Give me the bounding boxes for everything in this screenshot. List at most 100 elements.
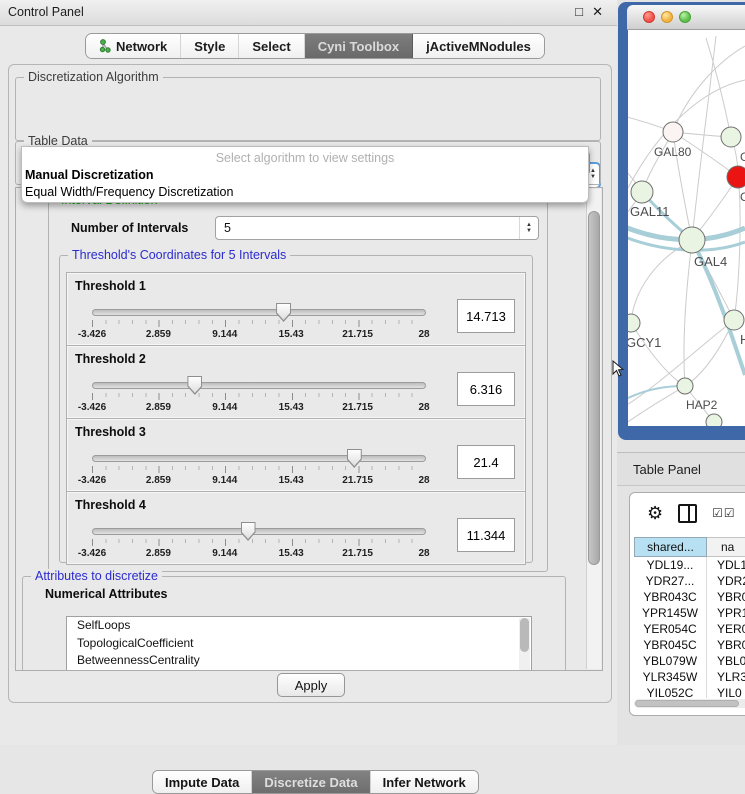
attribute-list-item[interactable]: SelfLoops: [67, 617, 531, 635]
table-horizontal-scrollbar[interactable]: [634, 699, 745, 708]
network-node[interactable]: [727, 166, 745, 188]
network-node[interactable]: [724, 310, 744, 330]
tab-infer-network[interactable]: Infer Network: [371, 771, 478, 793]
cell-shared-name[interactable]: YBL079W: [634, 653, 707, 669]
network-node[interactable]: [631, 181, 653, 203]
select-all-checkboxes-icon[interactable]: ☑☑: [712, 506, 736, 520]
algorithm-option-manual[interactable]: Manual Discretization: [25, 168, 154, 182]
network-edge[interactable]: [628, 386, 685, 402]
columns-icon[interactable]: [678, 504, 697, 523]
screen: { "icons": { "float_button": "□", "close…: [0, 0, 745, 745]
zoom-traffic-light-icon[interactable]: [679, 11, 691, 23]
settings-vertical-scrollbar[interactable]: [586, 189, 601, 669]
network-edge[interactable]: [684, 240, 692, 386]
tab-network[interactable]: Network: [86, 34, 181, 58]
table-panel: ⚙ ☑☑ shared... na YDL19...YDL1YDR27...YD…: [629, 492, 745, 716]
tick-label: 9.144: [212, 548, 237, 559]
column-header-name[interactable]: na: [707, 537, 745, 557]
cell-name[interactable]: YBL0: [707, 653, 745, 669]
float-window-icon[interactable]: □: [575, 4, 583, 19]
cell-name[interactable]: YBR0: [707, 589, 745, 605]
network-node[interactable]: [679, 227, 705, 253]
slider-track[interactable]: [92, 528, 426, 535]
slider-tick-labels: -3.4262.8599.14415.4321.71528: [92, 548, 424, 559]
tab-discretize-data[interactable]: Discretize Data: [252, 771, 370, 793]
slider-track[interactable]: [92, 309, 426, 316]
network-node[interactable]: [663, 122, 683, 142]
table-row[interactable]: YBL079WYBL0: [634, 653, 745, 669]
cell-name[interactable]: YDR2: [707, 573, 745, 589]
network-node[interactable]: [677, 378, 693, 394]
numerical-attributes-list[interactable]: SelfLoopsTopologicalCoefficientBetweenne…: [66, 616, 532, 671]
network-view-window[interactable]: GAL80GCGAL11GAL4GCY1HHAP2: [618, 2, 745, 440]
network-node[interactable]: [721, 127, 741, 147]
cell-shared-name[interactable]: YLR345W: [634, 669, 707, 685]
network-edge[interactable]: [673, 46, 745, 132]
table-row[interactable]: YLR345WYLR3: [634, 669, 745, 685]
network-canvas[interactable]: GAL80GCGAL11GAL4GCY1HHAP2: [628, 30, 745, 426]
node-label: HAP2: [686, 398, 718, 412]
scrollbar-thumb[interactable]: [635, 700, 739, 707]
algorithm-prompt-option[interactable]: Select algorithm to view settings: [22, 151, 588, 165]
slider-track[interactable]: [92, 455, 426, 462]
network-graph[interactable]: GAL80GCGAL11GAL4GCY1HHAP2: [628, 30, 745, 426]
threshold-value-field[interactable]: 6.316: [457, 372, 515, 406]
tab-impute-data[interactable]: Impute Data: [153, 771, 252, 793]
minimize-traffic-light-icon[interactable]: [661, 11, 673, 23]
network-node[interactable]: [628, 314, 640, 332]
threshold-value-field[interactable]: 21.4: [457, 445, 515, 479]
cell-shared-name[interactable]: YDR27...: [634, 573, 707, 589]
scrollbar-thumb[interactable]: [588, 211, 600, 565]
control-panel-title: Control Panel: [8, 5, 84, 19]
cell-name[interactable]: YER0: [707, 621, 745, 637]
attribute-list-item[interactable]: TopologicalCoefficient: [67, 635, 531, 653]
table-rows[interactable]: YDL19...YDL1YDR27...YDR2YBR043CYBR0YPR14…: [634, 557, 745, 698]
cell-name[interactable]: YLR3: [707, 669, 745, 685]
cell-name[interactable]: YPR1: [707, 605, 745, 621]
table-row[interactable]: YIL052CYIL0: [634, 685, 745, 698]
cell-name[interactable]: YIL0: [707, 685, 745, 698]
apply-button[interactable]: Apply: [277, 673, 345, 697]
column-header-shared[interactable]: shared...: [634, 537, 707, 557]
network-window-titlebar[interactable]: [627, 5, 745, 30]
cell-shared-name[interactable]: YBR045C: [634, 637, 707, 653]
network-icon: [99, 39, 111, 53]
table-panel-toolbar: ⚙ ☑☑: [630, 493, 745, 533]
cell-shared-name[interactable]: YIL052C: [634, 685, 707, 698]
network-edge[interactable]: [685, 320, 734, 386]
tab-cyni-toolbox[interactable]: Cyni Toolbox: [305, 34, 413, 58]
network-edge[interactable]: [628, 320, 734, 408]
network-node[interactable]: [706, 414, 722, 426]
attribute-list-item[interactable]: BetweennessCentrality: [67, 652, 531, 670]
table-row[interactable]: YER054CYER0: [634, 621, 745, 637]
cell-name[interactable]: YDL1: [707, 557, 745, 573]
close-panel-icon[interactable]: ✕: [592, 4, 603, 20]
tab-style[interactable]: Style: [181, 34, 239, 58]
cell-shared-name[interactable]: YPR145W: [634, 605, 707, 621]
cell-shared-name[interactable]: YDL19...: [634, 557, 707, 573]
cyni-bottom-tabbar: Impute Data Discretize Data Infer Networ…: [152, 770, 479, 794]
table-row[interactable]: YDL19...YDL1: [634, 557, 745, 573]
network-edge[interactable]: [692, 36, 716, 240]
gear-icon[interactable]: ⚙: [647, 504, 663, 522]
tab-jactivemnodules[interactable]: jActiveMNodules: [413, 34, 544, 58]
tick-label: 15.43: [279, 475, 304, 486]
network-edge[interactable]: [631, 240, 692, 323]
table-row[interactable]: YPR145WYPR1: [634, 605, 745, 621]
table-row[interactable]: YDR27...YDR2: [634, 573, 745, 589]
threshold-value-field[interactable]: 11.344: [457, 518, 515, 552]
attributes-list-scrollbar[interactable]: [519, 618, 530, 670]
slider-track[interactable]: [92, 382, 426, 389]
table-row[interactable]: YBR043CYBR0: [634, 589, 745, 605]
threshold-value-field[interactable]: 14.713: [457, 299, 515, 333]
tab-select[interactable]: Select: [239, 34, 304, 58]
close-traffic-light-icon[interactable]: [643, 11, 655, 23]
num-intervals-combobox[interactable]: 5 ▲▼: [215, 216, 539, 240]
table-row[interactable]: YBR045CYBR0: [634, 637, 745, 653]
cell-shared-name[interactable]: YER054C: [634, 621, 707, 637]
cell-shared-name[interactable]: YBR043C: [634, 589, 707, 605]
algorithm-option-equal-width[interactable]: Equal Width/Frequency Discretization: [25, 185, 233, 199]
network-edge[interactable]: [631, 323, 685, 386]
cell-name[interactable]: YBR0: [707, 637, 745, 653]
network-edge[interactable]: [628, 386, 685, 426]
